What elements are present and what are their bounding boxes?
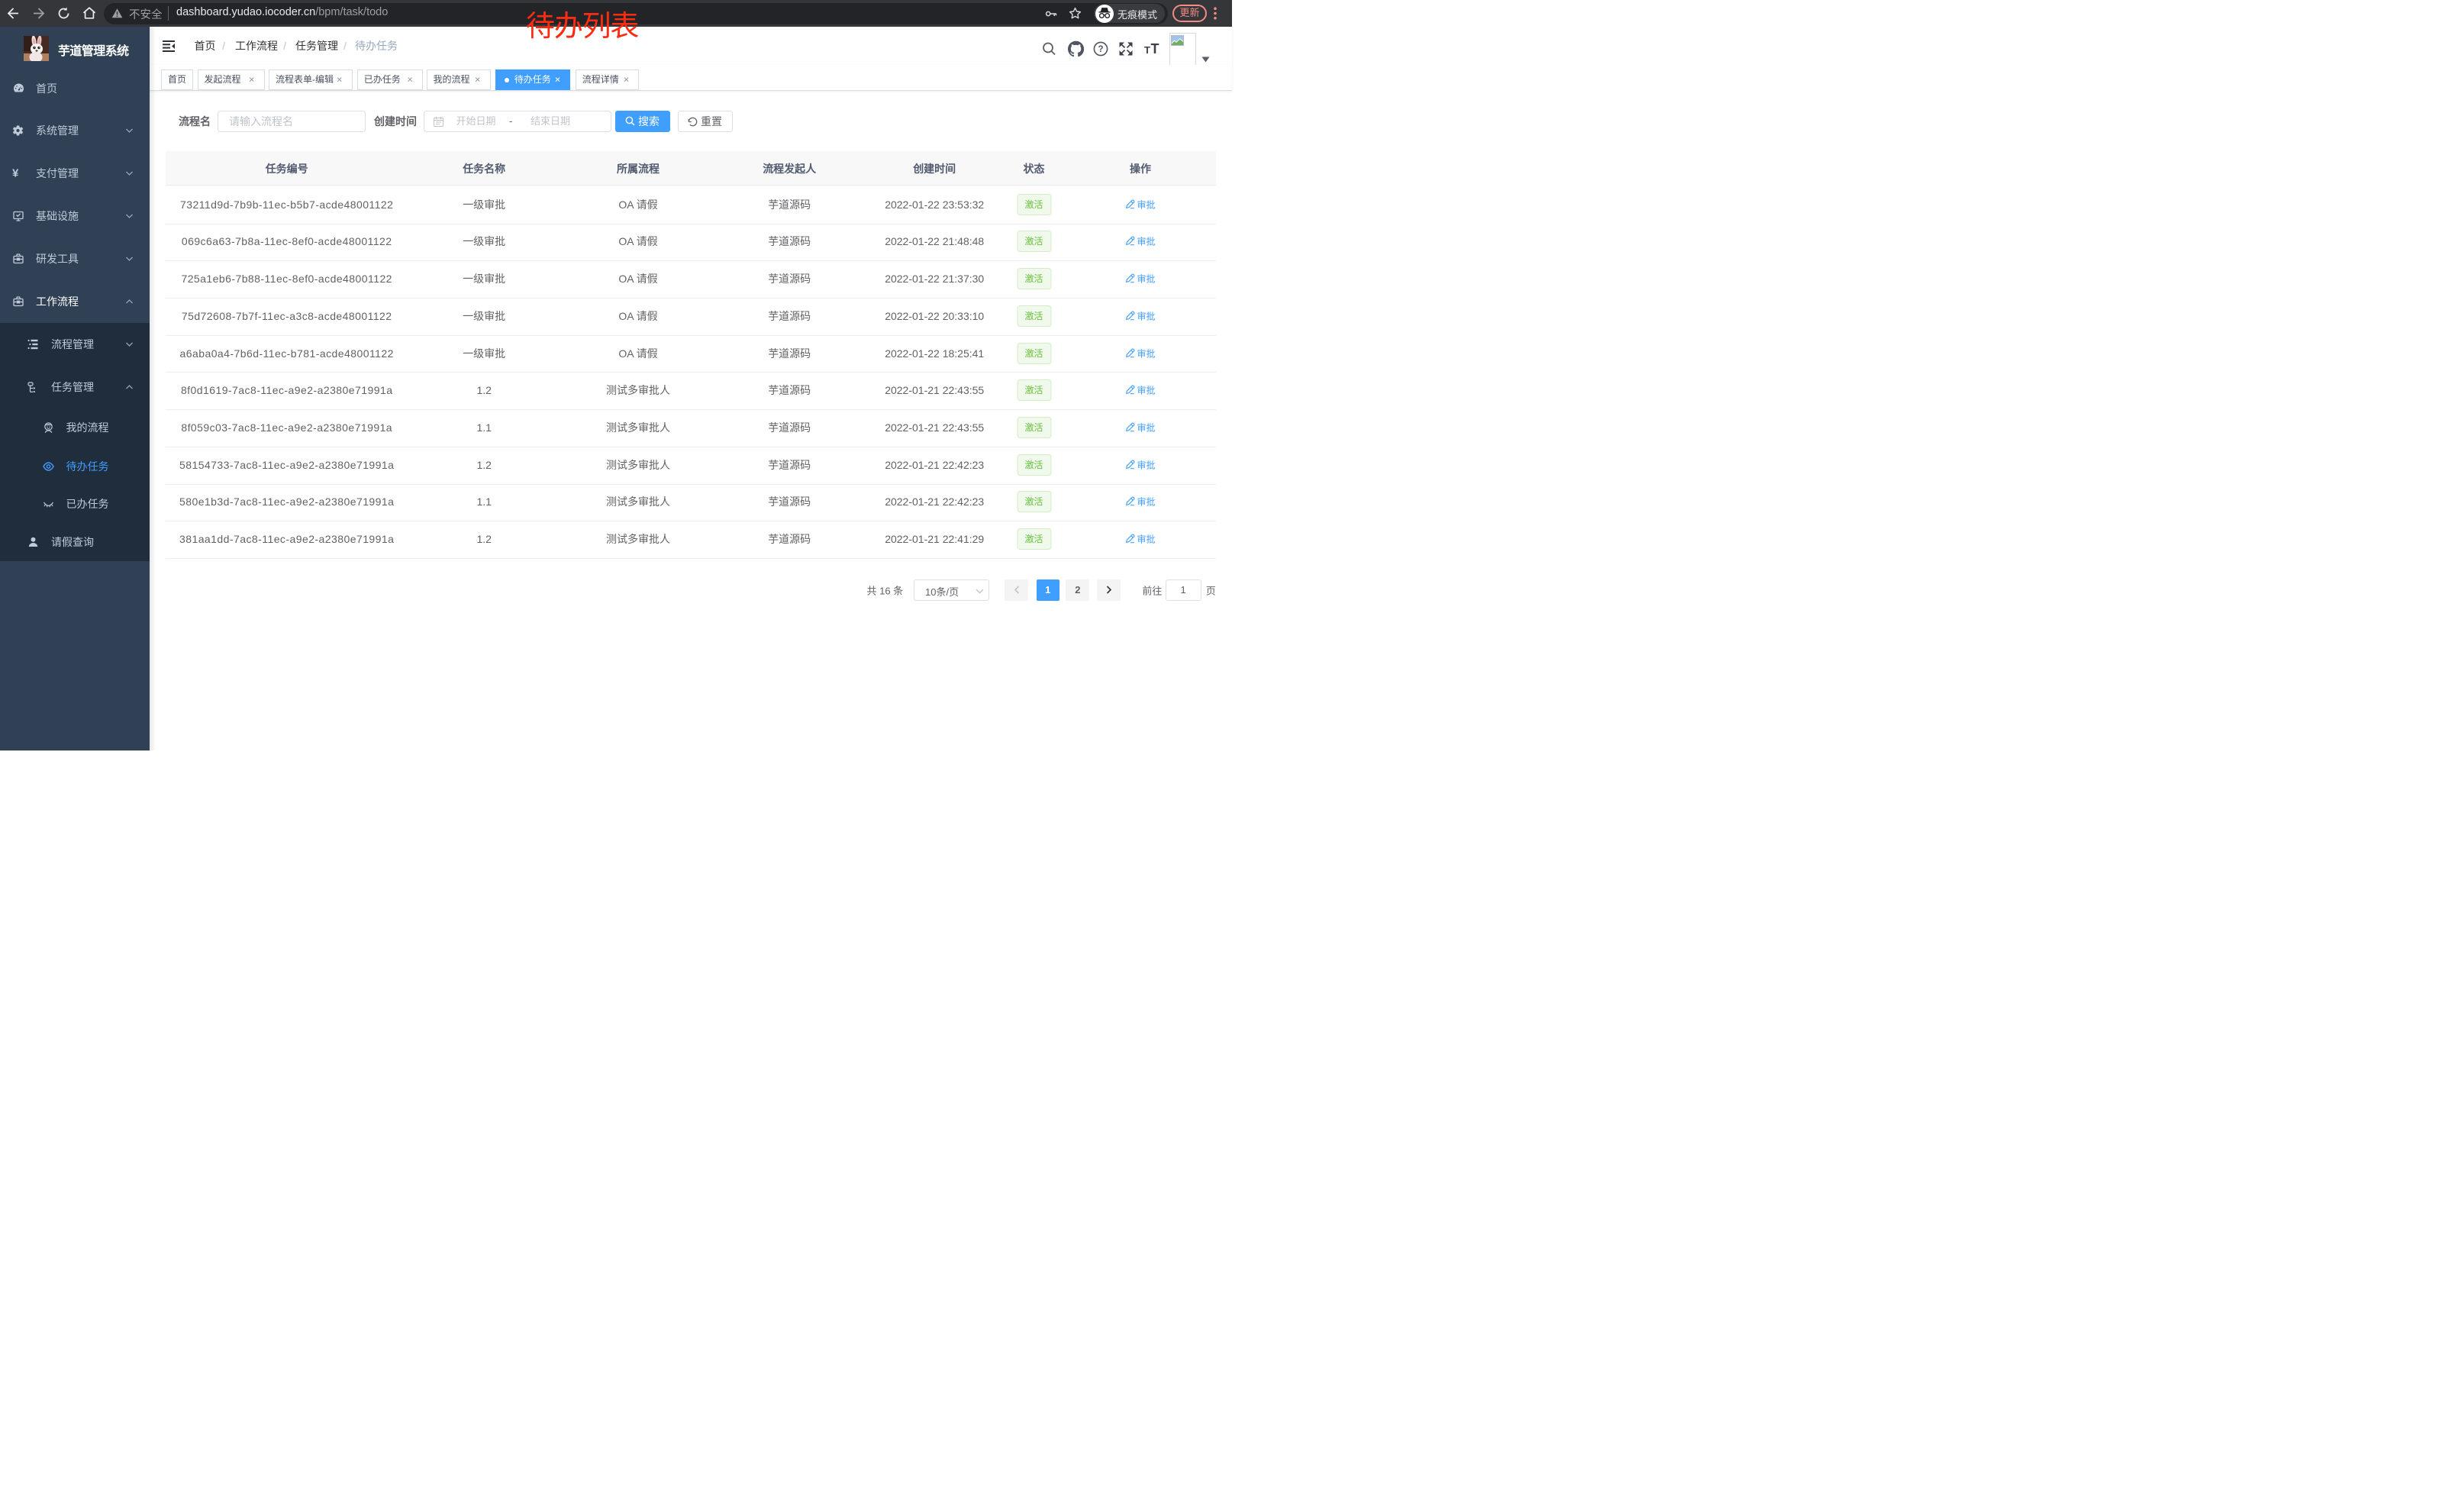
svg-text:T: T	[1151, 41, 1159, 56]
svg-text:T: T	[1144, 44, 1150, 56]
svg-text:?: ?	[1098, 45, 1103, 54]
